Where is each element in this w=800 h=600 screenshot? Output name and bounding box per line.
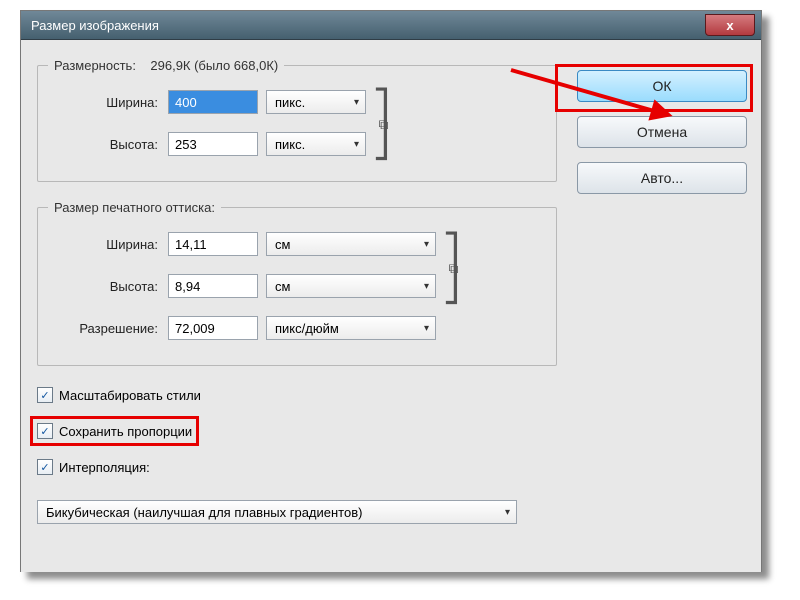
print-width-input[interactable] — [168, 232, 258, 256]
auto-button[interactable]: Авто... — [577, 162, 747, 194]
side-buttons: ОК Отмена Авто... — [577, 70, 747, 194]
resolution-input[interactable] — [168, 316, 258, 340]
px-height-unit-combo[interactable]: пикс. ▾ — [266, 132, 366, 156]
options-checks: ✓ Масштабировать стили ✓ Сохранить пропо… — [37, 384, 557, 524]
chevron-down-icon: ▾ — [505, 507, 510, 518]
keep-aspect-highlight: ✓ Сохранить пропорции — [30, 416, 199, 446]
dialog-body: Размерность: 296,9К (было 668,0К) Ширина… — [21, 40, 761, 572]
pixel-dimensions-group: Размерность: 296,9К (было 668,0К) Ширина… — [37, 58, 557, 182]
scale-styles-check[interactable]: ✓ Масштабировать стили — [37, 384, 557, 406]
pixel-dimensions-legend: Размерность: 296,9К (было 668,0К) — [48, 58, 284, 73]
print-height-label: Высота: — [48, 279, 160, 294]
print-size-legend: Размер печатного оттиска: — [48, 200, 221, 215]
keep-aspect-check[interactable]: ✓ Сохранить пропорции — [37, 420, 192, 442]
file-size-text: 296,9К (было 668,0К) — [150, 58, 278, 73]
cancel-button[interactable]: Отмена — [577, 116, 747, 148]
image-size-dialog: Размер изображения x Размерность: 296,9К… — [20, 10, 762, 572]
checkmark-icon: ✓ — [37, 387, 53, 403]
chevron-down-icon: ▾ — [424, 323, 429, 334]
close-button[interactable]: x — [705, 14, 755, 36]
print-link-icon: ⎤ ⧉ ⎦ — [436, 227, 466, 311]
chevron-down-icon: ▾ — [424, 281, 429, 292]
print-width-unit-combo[interactable]: см ▾ — [266, 232, 436, 256]
ok-button[interactable]: ОК — [577, 70, 747, 102]
px-width-input[interactable] — [168, 90, 258, 114]
close-icon: x — [726, 18, 733, 33]
checkmark-icon: ✓ — [37, 423, 53, 439]
print-height-unit-combo[interactable]: см ▾ — [266, 274, 436, 298]
px-width-label: Ширина: — [48, 95, 160, 110]
aspect-link-icon: ⎤ ⧉ ⎦ — [366, 85, 396, 165]
titlebar: Размер изображения x — [21, 11, 761, 40]
chevron-down-icon: ▾ — [354, 97, 359, 108]
chevron-down-icon: ▾ — [354, 139, 359, 150]
px-height-input[interactable] — [168, 132, 258, 156]
interpolation-check[interactable]: ✓ Интерполяция: — [37, 456, 557, 478]
checkmark-icon: ✓ — [37, 459, 53, 475]
resolution-unit-combo[interactable]: пикс/дюйм ▾ — [266, 316, 436, 340]
print-size-group: Размер печатного оттиска: Ширина: см ▾ — [37, 200, 557, 366]
resolution-label: Разрешение: — [48, 321, 160, 336]
chevron-down-icon: ▾ — [424, 239, 429, 250]
interpolation-combo[interactable]: Бикубическая (наилучшая для плавных град… — [37, 500, 517, 524]
px-width-unit-combo[interactable]: пикс. ▾ — [266, 90, 366, 114]
main-column: Размерность: 296,9К (было 668,0К) Ширина… — [37, 58, 557, 524]
px-height-label: Высота: — [48, 137, 160, 152]
print-height-input[interactable] — [168, 274, 258, 298]
dialog-title: Размер изображения — [31, 18, 159, 33]
print-width-label: Ширина: — [48, 237, 160, 252]
